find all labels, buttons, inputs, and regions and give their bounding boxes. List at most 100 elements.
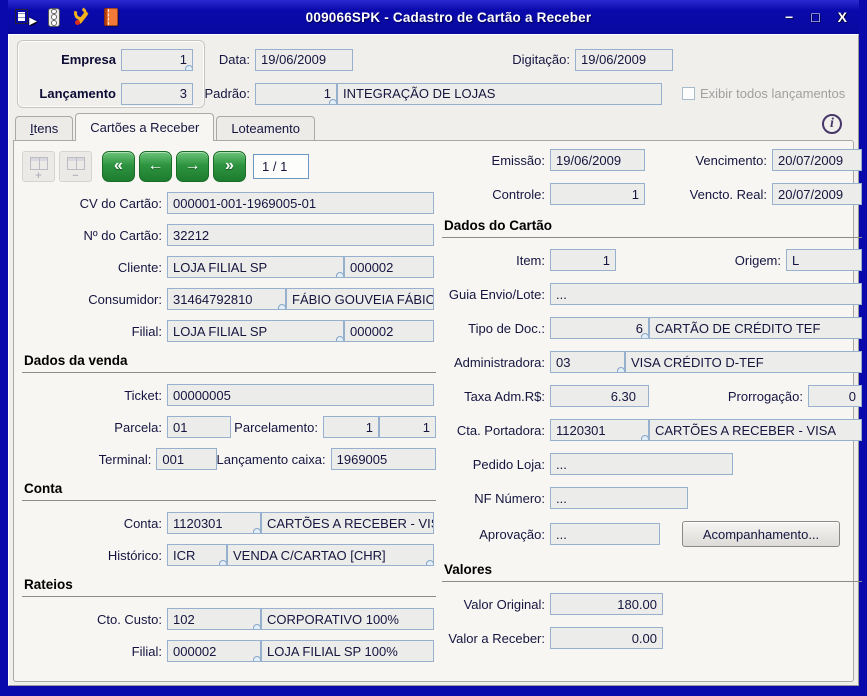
rateio-filial-code-field[interactable]: 000002 [167,640,261,662]
aprovacao-label: Aprovação: [479,526,545,542]
exibir-todos-label: Exibir todos lançamentos [700,86,846,101]
conta-code-field[interactable]: 1120301 [167,512,261,534]
first-record-button[interactable]: « [102,150,135,182]
conta-desc-field[interactable]: CARTÕES A RECEBER - VISA [261,512,434,534]
tab-itens[interactable]: Itens [15,116,74,140]
cto-custo-desc-field[interactable]: CORPORATIVO 100% [261,608,434,630]
rateio-filial-label: Filial: [131,643,162,659]
lookup-icon[interactable] [252,528,260,533]
emissao-field[interactable]: 19/06/2009 [550,149,645,171]
valor-receber-field[interactable]: 0.00 [550,627,663,649]
parcelamento-field-2[interactable]: 1 [379,416,436,438]
cv-cartao-field[interactable]: 000001-001-1969005-01 [167,192,434,214]
lookup-icon[interactable] [640,333,648,338]
lookup-icon[interactable] [252,624,260,629]
add-record-button[interactable]: + [22,150,55,182]
filial-name-field[interactable]: LOJA FILIAL SP [167,320,344,342]
origem-label: Origem: [734,252,781,268]
tipo-doc-desc-field[interactable]: CARTÃO DE CRÉDITO TEF [649,317,862,339]
nf-numero-field[interactable]: ... [550,487,688,509]
exit-icon[interactable]: ▶ [14,7,37,27]
valor-receber-label: Valor a Receber: [448,630,545,646]
cto-custo-code-field[interactable]: 102 [167,608,261,630]
minimize-button[interactable]: − [785,10,793,24]
consumidor-name-field[interactable]: FÁBIO GOUVEIA FÁBIO GOUVEI [286,288,434,310]
valor-original-field[interactable]: 180.00 [550,593,663,615]
traffic-light-icon[interactable] [48,7,60,27]
pedido-loja-field[interactable]: ... [550,453,733,475]
data-field[interactable]: 19/06/2009 [255,48,353,71]
lookup-icon[interactable] [616,367,624,372]
close-button[interactable]: X [838,10,847,24]
lookup-icon[interactable] [335,336,343,341]
exibir-todos-checkbox[interactable] [682,87,695,100]
nf-numero-label: NF Número: [474,490,545,506]
num-cartao-label: Nº do Cartão: [83,227,162,243]
previous-record-button[interactable]: ← [139,150,172,182]
notebook-icon[interactable] [104,8,118,26]
remove-record-button[interactable]: − [59,150,92,182]
wrench-icon[interactable] [72,7,92,27]
administradora-desc-field[interactable]: VISA CRÉDITO D-TEF [625,351,862,373]
info-icon[interactable]: i [822,114,842,134]
lookup-icon[interactable] [335,272,343,277]
ticket-field[interactable]: 00000005 [167,384,434,406]
vencimento-field[interactable]: 20/07/2009 [772,149,862,171]
next-record-button[interactable]: → [176,150,209,182]
acompanhamento-button[interactable]: Acompanhamento... [682,521,840,547]
tab-strip: Itens Cartões a Receber Loteamento i [13,112,854,141]
lookup-icon[interactable] [252,656,260,661]
item-field[interactable]: 1 [550,249,616,271]
record-toolbar: + − « ← → » 1 / 1 [22,149,436,183]
controle-field[interactable]: 1 [550,183,645,205]
lancamento-field[interactable]: 3 [121,82,193,105]
lancamento-caixa-field[interactable]: 1969005 [330,448,436,470]
lookup-icon[interactable] [184,64,192,70]
last-record-button[interactable]: » [213,150,246,182]
lookup-icon[interactable] [425,560,433,565]
taxa-adm-field[interactable]: 6.30 [550,385,649,407]
taxa-prorrogacao-row: Taxa Adm.R$: 6.30 Prorrogação: 0 [442,385,862,407]
tab-loteamento[interactable]: Loteamento [216,116,315,140]
rateio-filial-desc-field[interactable]: LOJA FILIAL SP 100% [261,640,434,662]
origem-field[interactable]: L [786,249,862,271]
historico-code-field[interactable]: ICR [167,544,227,566]
lookup-icon[interactable] [218,560,226,565]
filial-code-field[interactable]: 000002 [344,320,434,342]
cta-portadora-code-field[interactable]: 1120301 [550,419,649,441]
parcelamento-field-1[interactable]: 1 [323,416,379,438]
cliente-name-field[interactable]: LOJA FILIAL SP [167,256,344,278]
parcela-field[interactable]: 01 [167,416,231,438]
window-title: 009066SPK - Cadastro de Cartão a Receber [305,9,592,25]
digitacao-field[interactable]: 19/06/2009 [575,48,673,71]
cta-portadora-desc-field[interactable]: CARTÕES A RECEBER - VISA [649,419,862,441]
consumidor-code-field[interactable]: 31464792810 [167,288,286,310]
consumidor-row: Consumidor: 31464792810 FÁBIO GOUVEIA FÁ… [22,288,436,310]
titlebar-icons: ▶ [10,7,160,27]
vencto-real-field[interactable]: 20/07/2009 [772,183,862,205]
num-cartao-field[interactable]: 32212 [167,224,434,246]
terminal-field[interactable]: 001 [156,448,217,470]
tab-page-cartoes: + − « ← → » 1 / 1 CV do Cartão: 000001-0… [13,140,862,682]
padrao-desc-field[interactable]: INTEGRAÇÃO DE LOJAS [337,82,662,105]
empresa-field[interactable]: 1 [121,48,193,71]
historico-desc-field[interactable]: VENDA C/CARTAO [CHR] [227,544,434,566]
padrao-code-field[interactable]: 1 [255,82,337,105]
guia-envio-field[interactable]: ... [550,283,862,305]
lookup-icon[interactable] [277,304,285,309]
tab-cartoes-a-receber[interactable]: Cartões a Receber [75,113,215,141]
nf-numero-row: NF Número: ... [442,487,862,509]
cliente-code-field[interactable]: 000002 [344,256,434,278]
lancamento-label: Lançamento [39,86,116,101]
administradora-code-field[interactable]: 03 [550,351,625,373]
lookup-icon[interactable] [328,98,336,104]
prorrogacao-field[interactable]: 0 [808,385,862,407]
aprovacao-field[interactable]: ... [550,523,660,545]
tipo-doc-code-field[interactable]: 6 [550,317,649,339]
titlebar: ▶ 009066SPK - Cadastro de Cartão a Receb… [8,0,859,34]
lookup-icon[interactable] [640,435,648,440]
taxa-adm-label: Taxa Adm.R$: [464,388,545,404]
rateio-filial-row: Filial: 000002 LOJA FILIAL SP 100% [22,640,436,662]
maximize-button[interactable]: □ [811,10,819,24]
parcela-label: Parcela: [114,419,162,435]
